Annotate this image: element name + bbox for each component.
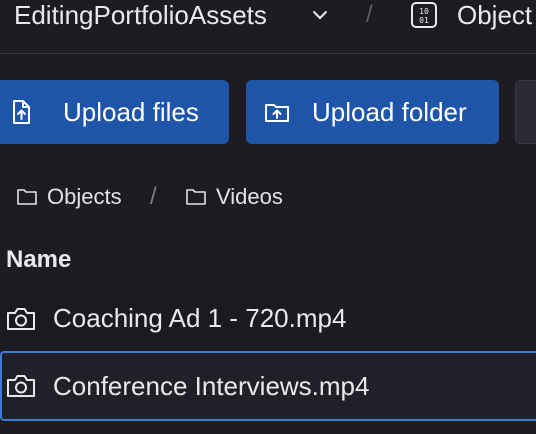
object-browser: EditingPortfolioAssets / 10 01 Object Up… [0, 0, 536, 434]
path-objects-link[interactable]: Objects [47, 184, 122, 210]
file-name[interactable]: Conference Interviews.mp4 [53, 371, 369, 401]
table-row[interactable]: Conference Interviews.mp4 [0, 351, 536, 421]
svg-text:01: 01 [419, 16, 429, 25]
chevron-down-icon[interactable] [311, 6, 329, 24]
folder-icon [185, 187, 207, 207]
folder-upload-icon [264, 99, 290, 125]
breadcrumb-separator: / [366, 1, 373, 28]
table-row[interactable]: Coaching Ad 1 - 720.mp4 [0, 285, 536, 351]
upload-folder-button[interactable]: Upload folder [246, 80, 499, 144]
top-breadcrumb-bar: EditingPortfolioAssets / 10 01 Object [0, 0, 536, 54]
folder-icon [16, 187, 38, 207]
camera-icon [5, 305, 37, 333]
upload-files-button[interactable]: Upload files [0, 80, 229, 144]
upload-files-label: Upload files [63, 97, 199, 127]
breadcrumb-objects[interactable]: Object [457, 0, 532, 30]
path-separator: / [150, 183, 157, 210]
camera-icon [5, 372, 37, 400]
bucket-name[interactable]: EditingPortfolioAssets [14, 0, 267, 30]
svg-text:10: 10 [419, 7, 429, 16]
upload-folder-label: Upload folder [312, 97, 467, 127]
file-upload-icon [8, 99, 34, 125]
column-header-name[interactable]: Name [6, 246, 71, 274]
file-name[interactable]: Coaching Ad 1 - 720.mp4 [53, 303, 346, 333]
more-actions-button[interactable] [515, 80, 536, 144]
path-videos-link[interactable]: Videos [216, 184, 283, 210]
binary-object-icon: 10 01 [410, 1, 438, 29]
